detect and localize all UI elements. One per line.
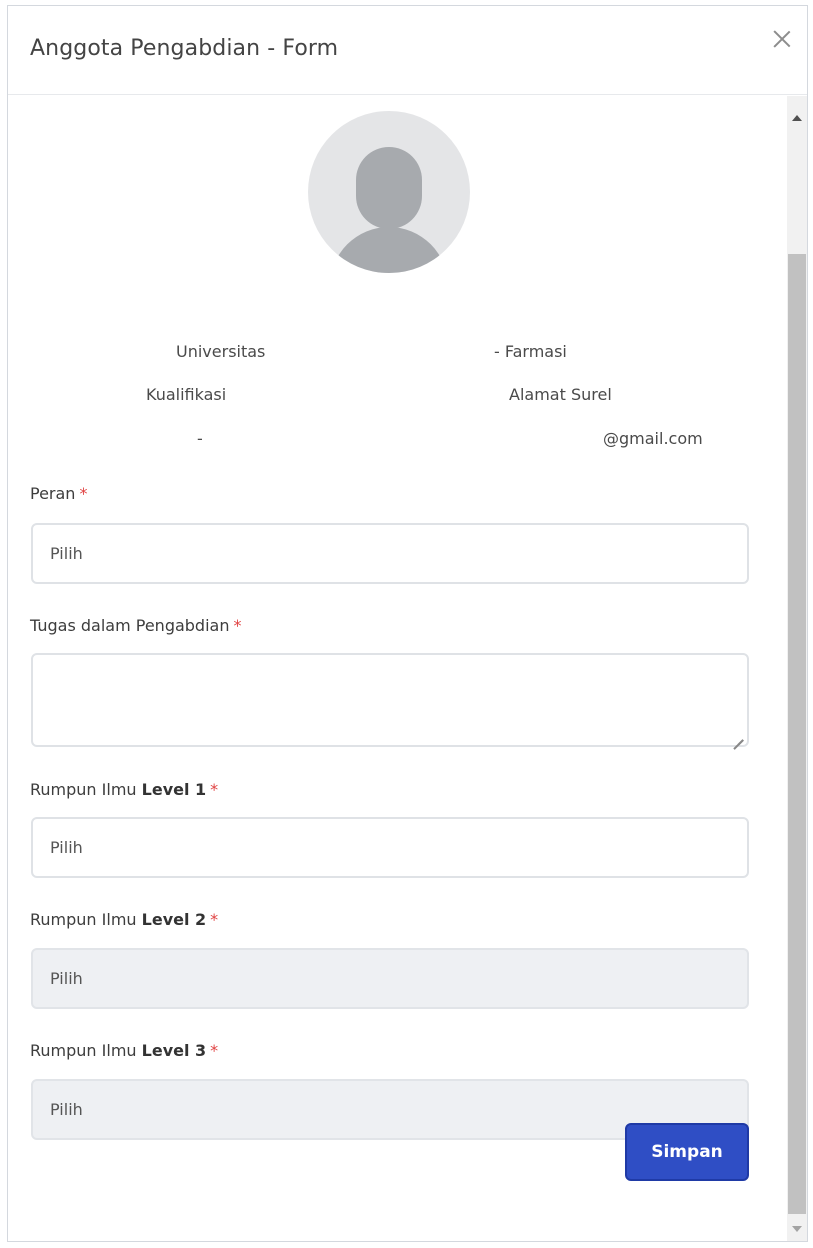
modal-title: Anggota Pengabdian - Form	[30, 36, 339, 61]
vertical-scrollbar[interactable]	[787, 96, 807, 1241]
rumpun-level1-placeholder: Pilih	[50, 838, 83, 857]
alamat-surel-label: Alamat Surel	[509, 385, 612, 404]
modal-body: Universitas - Farmasi Kualifikasi Alamat…	[8, 96, 787, 1241]
universitas-label: Universitas	[176, 342, 266, 361]
scroll-down-arrow-icon[interactable]	[792, 1226, 802, 1232]
modal-dialog: Anggota Pengabdian - Form Universitas - …	[7, 5, 808, 1242]
peran-select[interactable]: Pilih	[31, 523, 749, 584]
rumpun-level2-select[interactable]: Pilih	[31, 948, 749, 1009]
tugas-label: Tugas dalam Pengabdian *	[30, 616, 242, 635]
kualifikasi-value: -	[197, 429, 203, 448]
peran-select-placeholder: Pilih	[50, 544, 83, 563]
avatar-shoulders	[330, 227, 448, 273]
rumpun-level3-placeholder: Pilih	[50, 1100, 83, 1119]
modal-header: Anggota Pengabdian - Form	[8, 6, 807, 95]
avatar-head	[356, 147, 422, 229]
tugas-textarea[interactable]	[31, 653, 749, 747]
scrollbar-thumb[interactable]	[788, 254, 806, 1214]
rumpun-level1-label: Rumpun Ilmu Level 1 *	[30, 780, 219, 799]
scroll-up-arrow-icon[interactable]	[792, 115, 802, 121]
email-value: @gmail.com	[603, 429, 703, 448]
kualifikasi-label: Kualifikasi	[146, 385, 227, 404]
peran-label: Peran *	[30, 484, 88, 503]
simpan-button[interactable]: Simpan	[625, 1123, 749, 1181]
avatar-placeholder-icon	[308, 111, 470, 273]
rumpun-level2-placeholder: Pilih	[50, 969, 83, 988]
resize-handle-icon[interactable]	[733, 731, 743, 741]
close-icon[interactable]	[771, 28, 793, 50]
rumpun-level3-label: Rumpun Ilmu Level 3 *	[30, 1041, 219, 1060]
prodi-value: - Farmasi	[494, 342, 567, 361]
rumpun-level1-select[interactable]: Pilih	[31, 817, 749, 878]
rumpun-level2-label: Rumpun Ilmu Level 2 *	[30, 910, 219, 929]
